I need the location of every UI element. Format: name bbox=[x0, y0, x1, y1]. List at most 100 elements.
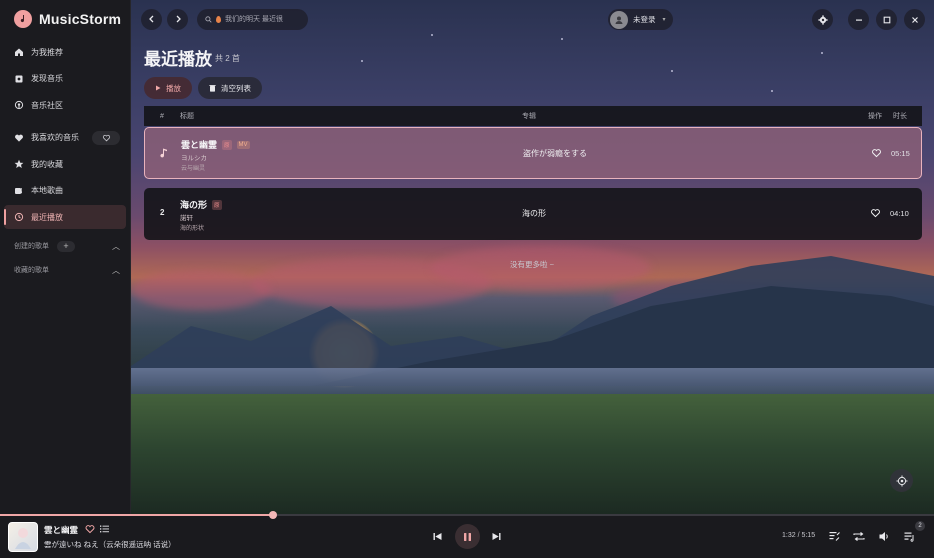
table-row[interactable]: 雲と幽霊 原 MV ヨルシカ 云与幽灵 盗作が弱瘾をする 05:15 bbox=[144, 127, 922, 179]
sidebar-item-recent[interactable]: 最近播放 bbox=[4, 205, 126, 229]
local-music-icon bbox=[14, 186, 24, 196]
settings-button[interactable] bbox=[812, 9, 833, 30]
pause-button[interactable] bbox=[455, 524, 480, 549]
gear-icon bbox=[817, 14, 828, 25]
locate-current-button[interactable] bbox=[890, 469, 913, 492]
created-playlists-header[interactable]: 创建的歌单 + ︿ bbox=[0, 234, 130, 258]
app-name: MusicStorm bbox=[39, 11, 122, 27]
action-buttons: 播放 清空列表 bbox=[144, 77, 262, 99]
minimize-icon bbox=[855, 19, 862, 21]
like-heart-icon[interactable] bbox=[870, 208, 881, 218]
no-more-link[interactable]: 没有更多啦 ~ bbox=[510, 259, 554, 270]
song-title-text: 雲と幽霊 bbox=[181, 140, 218, 150]
song-artist[interactable]: 諾轩 bbox=[180, 212, 193, 222]
avatar bbox=[610, 10, 628, 29]
sidebar-item-label: 我的收藏 bbox=[31, 159, 63, 169]
song-album[interactable]: 盗作が弱瘾をする bbox=[523, 148, 587, 159]
add-playlist-button[interactable]: + bbox=[57, 240, 75, 252]
podcast-icon bbox=[14, 100, 24, 110]
column-duration: 时长 bbox=[893, 113, 907, 120]
star-icon bbox=[14, 159, 24, 169]
search-icon bbox=[205, 15, 212, 23]
chevron-right-icon bbox=[176, 15, 181, 23]
star bbox=[771, 90, 773, 92]
back-button[interactable] bbox=[141, 8, 162, 30]
caret-down-icon: ▾ bbox=[662, 17, 666, 23]
column-index: # bbox=[160, 112, 164, 120]
clear-list-button[interactable]: 清空列表 bbox=[198, 77, 262, 99]
song-album[interactable]: 海の形 bbox=[522, 208, 546, 219]
table-row[interactable]: 2 海の形 原 諾轩 海的形状 海の形 04:10 bbox=[144, 188, 922, 240]
player-bar: 雲と幽霊 雲が遠いね ねえ（云朵很遥远呐 话说） 1:32 / 5:15 2 bbox=[0, 511, 934, 558]
song-count: 共 2 首 bbox=[215, 54, 240, 63]
like-heart-icon[interactable] bbox=[85, 524, 95, 534]
maximize-icon bbox=[883, 16, 890, 23]
lyrics-toggle-icon[interactable] bbox=[829, 531, 840, 542]
song-alias: 云与幽灵 bbox=[181, 166, 206, 172]
sidebar-item-label: 本地歌曲 bbox=[31, 186, 63, 195]
brand: MusicStorm bbox=[0, 0, 130, 38]
sidebar-item-collection[interactable]: 我的收藏 bbox=[4, 152, 126, 176]
album-icon bbox=[14, 74, 24, 84]
star bbox=[361, 60, 363, 62]
clear-list-label: 清空列表 bbox=[221, 83, 251, 93]
progress-bar[interactable] bbox=[0, 511, 934, 519]
playing-music-note-icon bbox=[160, 148, 167, 158]
song-title: 海の形 原 bbox=[180, 198, 222, 211]
sidebar-item-label: 为我推荐 bbox=[31, 47, 63, 57]
locate-icon bbox=[896, 475, 907, 486]
heart-mode-button[interactable] bbox=[92, 130, 120, 145]
like-heart-icon[interactable] bbox=[871, 148, 882, 158]
star bbox=[561, 38, 563, 40]
music-note-logo-icon bbox=[14, 10, 32, 28]
song-table: # 标题 专辑 操作 时长 雲と幽霊 原 MV ヨルシカ 云与幽灵 盗作が弱瘾を… bbox=[144, 106, 922, 240]
play-icon bbox=[156, 85, 161, 91]
collected-playlists-label: 收藏的歌单 bbox=[14, 267, 49, 274]
grass-field bbox=[131, 394, 934, 514]
previous-button[interactable] bbox=[433, 532, 442, 541]
home-icon bbox=[14, 47, 24, 57]
forward-button[interactable] bbox=[167, 8, 188, 30]
progress-fill bbox=[0, 514, 273, 516]
chevron-up-icon[interactable]: ︿ bbox=[112, 241, 120, 252]
original-tag: 原 bbox=[212, 199, 222, 210]
song-alias: 海的形状 bbox=[180, 226, 205, 232]
close-button[interactable] bbox=[904, 9, 925, 30]
user-label: 未登录 bbox=[633, 15, 656, 24]
progress-handle[interactable] bbox=[268, 511, 277, 519]
trash-icon bbox=[209, 85, 216, 92]
sidebar-item-community[interactable]: 音乐社区 bbox=[4, 93, 126, 117]
minimize-button[interactable] bbox=[848, 9, 869, 30]
sidebar-item-discover[interactable]: 发现音乐 bbox=[4, 67, 126, 91]
playback-time: 1:32 / 5:15 bbox=[782, 532, 816, 539]
chevron-up-icon[interactable]: ︿ bbox=[112, 265, 120, 276]
star bbox=[821, 52, 823, 54]
mv-button[interactable]: MV bbox=[236, 140, 250, 149]
now-playing-title[interactable]: 雲と幽霊 bbox=[44, 524, 78, 536]
hot-icon bbox=[216, 15, 221, 23]
sidebar-item-liked[interactable]: 我喜欢的音乐 bbox=[4, 126, 126, 150]
user-menu-button[interactable]: 未登录 ▾ bbox=[608, 9, 673, 30]
play-all-button[interactable]: 播放 bbox=[144, 77, 192, 99]
user-icon bbox=[615, 16, 623, 24]
volume-icon[interactable] bbox=[879, 531, 890, 542]
more-list-icon[interactable] bbox=[100, 525, 109, 533]
column-title: 标题 bbox=[180, 113, 194, 120]
sidebar-item-local[interactable]: 本地歌曲 bbox=[4, 179, 126, 203]
sidebar-nav: 为我推荐 发现音乐 音乐社区 我喜欢的音乐 我的收藏 本地歌曲 最近播放 bbox=[0, 40, 130, 229]
search-input[interactable]: 我们的明天 最近很 bbox=[197, 8, 308, 30]
next-button[interactable] bbox=[492, 532, 501, 541]
close-icon bbox=[911, 16, 918, 23]
star bbox=[671, 70, 673, 72]
maximize-button[interactable] bbox=[876, 9, 897, 30]
repeat-icon[interactable] bbox=[853, 531, 865, 542]
queue-count-badge: 2 bbox=[915, 521, 925, 531]
album-cover[interactable] bbox=[8, 522, 38, 552]
playlist-queue-icon[interactable] bbox=[904, 531, 915, 542]
collected-playlists-header[interactable]: 收藏的歌单 ︿ bbox=[0, 258, 130, 282]
sidebar-item-recommend[interactable]: 为我推荐 bbox=[4, 40, 126, 64]
song-duration: 04:10 bbox=[890, 209, 909, 218]
song-artist[interactable]: ヨルシカ bbox=[181, 152, 207, 162]
heart-icon bbox=[14, 133, 24, 143]
history-icon bbox=[14, 212, 24, 222]
